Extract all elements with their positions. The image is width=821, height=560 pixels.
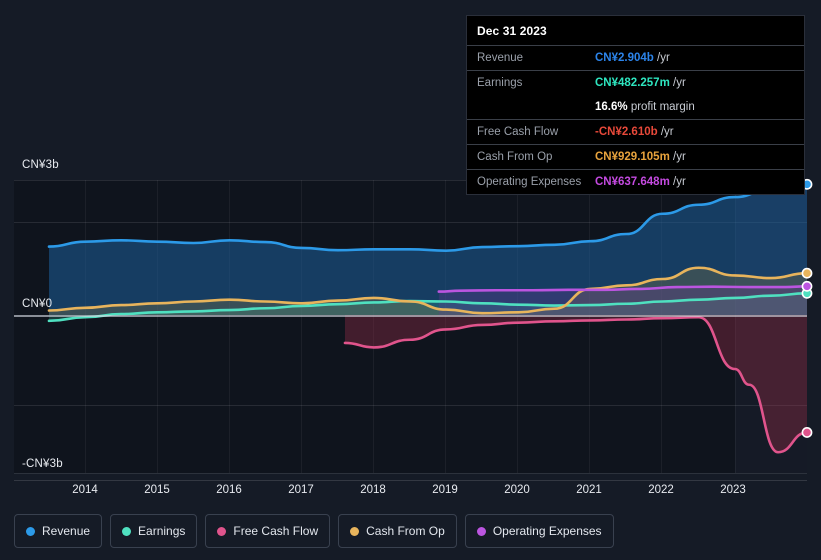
chart-plot-area: CN¥3b CN¥0 -CN¥3b	[0, 155, 821, 480]
tooltip-row: Earnings CN¥482.257m /yr	[467, 70, 804, 95]
x-tick-2020: 2020	[504, 484, 530, 496]
tooltip-row-unit: /yr	[673, 151, 686, 163]
tooltip-row-unit: profit margin	[630, 101, 695, 113]
tooltip-row-label: Revenue	[477, 52, 524, 64]
tooltip-row-amount: CN¥2.904b	[595, 52, 654, 64]
y-axis-label-top: CN¥3b	[22, 159, 59, 171]
y-axis-label-bottom: -CN¥3b	[22, 458, 63, 470]
legend-item-label: Operating Expenses	[492, 524, 602, 538]
x-tick-2021: 2021	[576, 484, 602, 496]
series-endpoint-marker-cash-from-op[interactable]	[801, 267, 813, 279]
x-tick-2022: 2022	[648, 484, 674, 496]
x-tick-2014: 2014	[72, 484, 98, 496]
tooltip-row: Revenue CN¥2.904b /yr	[467, 45, 804, 70]
legend-item-free-cash-flow[interactable]: Free Cash Flow	[205, 514, 331, 548]
y-axis-label-zero: CN¥0	[22, 298, 53, 310]
tooltip-row: 16.6% profit margin	[467, 95, 804, 119]
tooltip-row-amount: CN¥929.105m	[595, 151, 670, 163]
x-axis: 2014 2015 2016 2017 2018 2019 2020 2021 …	[0, 480, 821, 506]
tooltip-row-value: 16.6% profit margin	[595, 101, 695, 113]
tooltip-row-label: Earnings	[477, 77, 523, 89]
chart-legend: Revenue Earnings Free Cash Flow Cash From O…	[14, 514, 614, 548]
tooltip-row-value: CN¥637.648m /yr	[595, 176, 686, 188]
zero-line	[14, 315, 807, 317]
tooltip-row: Free Cash Flow -CN¥2.610b /yr	[467, 119, 804, 144]
x-tick-2017: 2017	[288, 484, 314, 496]
legend-dot-icon	[26, 526, 35, 536]
legend-item-label: Revenue	[42, 524, 91, 538]
tooltip-row-unit: /yr	[673, 77, 686, 89]
legend-item-earnings[interactable]: Earnings	[110, 514, 198, 548]
tooltip-row-unit: /yr	[657, 52, 670, 64]
legend-item-label: Free Cash Flow	[233, 524, 319, 538]
x-axis-line	[14, 480, 807, 481]
x-tick-2018: 2018	[360, 484, 386, 496]
tooltip-row-label: Cash From Op	[477, 151, 553, 163]
x-tick-2019: 2019	[432, 484, 458, 496]
tooltip-row-value: CN¥482.257m /yr	[595, 77, 686, 89]
legend-dot-icon	[122, 526, 132, 536]
tooltip-row-amount: CN¥482.257m	[595, 77, 670, 89]
x-tick-2016: 2016	[216, 484, 242, 496]
tooltip-row-label: Free Cash Flow	[477, 126, 559, 138]
series-canvas	[47, 178, 813, 454]
legend-item-label: Cash From Op	[366, 524, 445, 538]
tooltip-row-amount: 16.6%	[595, 101, 628, 113]
series-fill-free-cash-flow	[344, 315, 807, 453]
x-tick-2015: 2015	[144, 484, 170, 496]
chart-tooltip: Dec 31 2023 Revenue CN¥2.904b /yr Earnings…	[466, 15, 805, 195]
legend-dot-icon	[350, 526, 360, 536]
tooltip-row-value: CN¥2.904b /yr	[595, 52, 670, 64]
tooltip-title: Dec 31 2023	[477, 24, 547, 38]
series-endpoint-marker-operating-expenses[interactable]	[801, 280, 813, 292]
legend-item-revenue[interactable]: Revenue	[14, 514, 103, 548]
legend-dot-icon	[217, 526, 227, 536]
legend-item-label: Earnings	[138, 524, 186, 538]
x-tick-2023: 2023	[720, 484, 746, 496]
series-endpoint-marker-free-cash-flow[interactable]	[801, 427, 813, 438]
tooltip-row: Cash From Op CN¥929.105m /yr	[467, 144, 804, 169]
legend-item-cash-from-op[interactable]: Cash From Op	[338, 514, 457, 548]
tooltip-row-amount: CN¥637.648m	[595, 176, 670, 188]
tooltip-row-unit: /yr	[660, 126, 674, 138]
tooltip-row: Operating Expenses CN¥637.648m /yr	[467, 169, 804, 194]
tooltip-row-value: CN¥929.105m /yr	[595, 151, 686, 163]
chart-root: CN¥3b CN¥0 -CN¥3b 2014 2015 2016 2017 20…	[0, 0, 821, 560]
legend-item-operating-expenses[interactable]: Operating Expenses	[464, 514, 614, 548]
tooltip-rows: Revenue CN¥2.904b /yr Earnings CN¥482.257m …	[467, 45, 804, 194]
tooltip-row-label: Operating Expenses	[477, 176, 582, 188]
tooltip-row-unit: /yr	[673, 176, 686, 188]
legend-dot-icon	[476, 526, 486, 536]
tooltip-row-value: -CN¥2.610b /yr	[595, 126, 674, 138]
tooltip-row-amount: -CN¥2.610b	[595, 126, 658, 138]
